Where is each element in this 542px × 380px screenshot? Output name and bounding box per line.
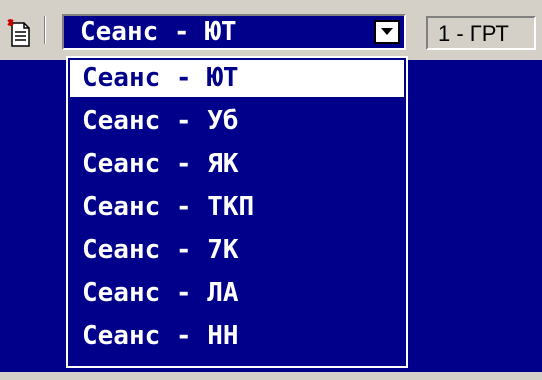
session-combobox-value: Сеанс - ЮТ: [80, 17, 237, 47]
bottom-strip: [0, 372, 542, 380]
session-option[interactable]: Сеанс - Уб: [70, 103, 404, 140]
toolbar: Сеанс - ЮТ 1 - ГРТ: [0, 0, 542, 60]
chevron-down-icon: [381, 28, 393, 35]
mode-box[interactable]: 1 - ГРТ: [426, 16, 536, 50]
session-dropdown-list: Сеанс - ЮТ Сеанс - Уб Сеанс - ЯК Сеанс -…: [66, 56, 408, 368]
session-option[interactable]: Сеанс - 7К: [70, 232, 404, 269]
session-combobox[interactable]: Сеанс - ЮТ: [62, 14, 406, 50]
session-option[interactable]: Сеанс - ЛА: [70, 275, 404, 312]
toolbar-separator: [44, 16, 46, 44]
session-option[interactable]: Сеанс - ЮТ: [70, 60, 404, 97]
session-option[interactable]: Сеанс - ТКП: [70, 189, 404, 226]
combobox-dropdown-button[interactable]: [374, 20, 400, 44]
mode-label: 1 - ГРТ: [438, 21, 509, 46]
session-option[interactable]: Сеанс - ЯК: [70, 146, 404, 183]
new-document-icon[interactable]: [4, 18, 34, 48]
session-option[interactable]: Сеанс - НН: [70, 318, 404, 355]
